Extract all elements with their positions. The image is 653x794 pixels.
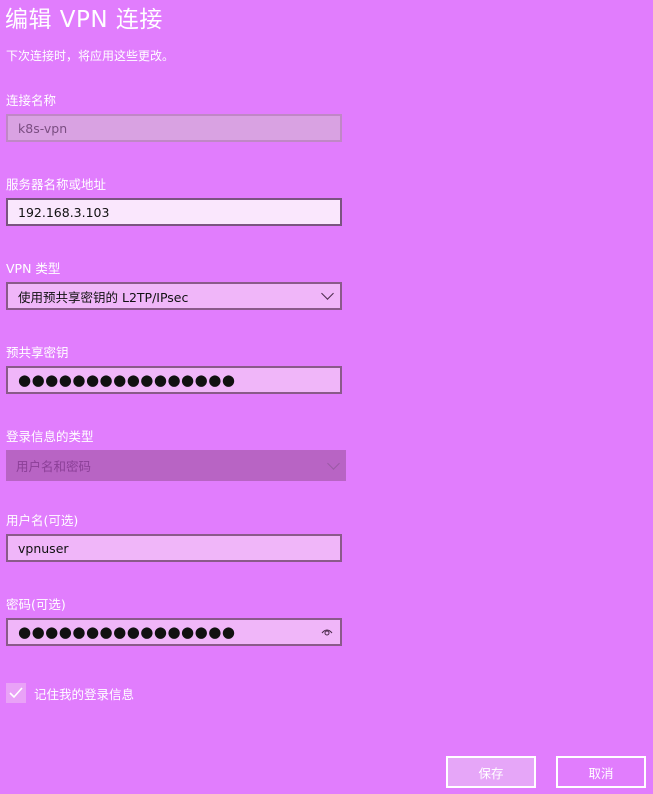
connection-name-value: k8s-vpn — [18, 120, 68, 136]
subtitle: 下次连接时，将应用这些更改。 — [6, 49, 175, 63]
eye-icon[interactable] — [321, 626, 333, 638]
remember-label: 记住我的登录信息 — [34, 687, 135, 702]
server-input[interactable]: 192.168.3.103 — [6, 198, 342, 226]
signin-type-value: 用户名和密码 — [16, 459, 92, 474]
connection-name-label: 连接名称 — [6, 93, 57, 108]
psk-label: 预共享密钥 — [6, 345, 69, 360]
save-button[interactable]: 保存 — [446, 756, 536, 788]
checkmark-icon — [9, 687, 23, 699]
chevron-down-icon — [327, 456, 340, 470]
server-value: 192.168.3.103 — [18, 204, 110, 220]
password-value: ●●●●●●●●●●●●●●●● — [18, 622, 236, 641]
psk-value: ●●●●●●●●●●●●●●●● — [18, 370, 236, 389]
psk-input[interactable]: ●●●●●●●●●●●●●●●● — [6, 366, 342, 394]
password-label: 密码(可选) — [6, 597, 66, 612]
username-value: vpnuser — [18, 540, 69, 556]
signin-type-select: 用户名和密码 — [6, 450, 346, 481]
remember-checkbox[interactable] — [6, 683, 26, 703]
vpn-type-select[interactable]: 使用预共享密钥的 L2TP/IPsec — [6, 282, 342, 310]
password-input[interactable]: ●●●●●●●●●●●●●●●● — [6, 618, 342, 646]
server-label: 服务器名称或地址 — [6, 177, 107, 192]
chevron-down-icon — [321, 287, 334, 300]
username-input[interactable]: vpnuser — [6, 534, 342, 562]
signin-type-label: 登录信息的类型 — [6, 429, 94, 444]
page-title: 编辑 VPN 连接 — [5, 7, 163, 33]
connection-name-field: k8s-vpn — [6, 114, 342, 142]
username-label: 用户名(可选) — [6, 513, 79, 528]
vpn-type-value: 使用预共享密钥的 L2TP/IPsec — [18, 289, 189, 305]
cancel-button[interactable]: 取消 — [556, 756, 646, 788]
vpn-type-label: VPN 类型 — [6, 261, 61, 276]
